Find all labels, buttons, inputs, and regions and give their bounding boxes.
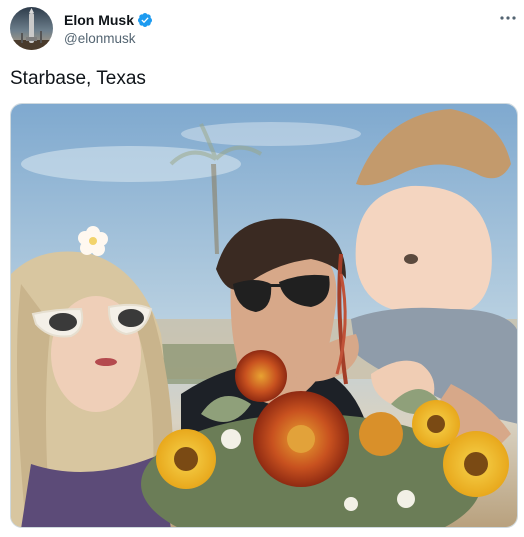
more-dots-icon[interactable] <box>498 8 518 28</box>
tweet-card[interactable]: Elon Musk @elonmusk Starbase, Texas <box>0 0 524 537</box>
verified-badge-icon <box>137 12 153 28</box>
photo-image <box>11 104 517 527</box>
author-display-name[interactable]: Elon Musk <box>64 12 134 28</box>
avatar-image <box>10 7 53 50</box>
author-handle[interactable]: @elonmusk <box>64 31 153 46</box>
tweet-text: Starbase, Texas <box>10 68 146 89</box>
tweet-header: Elon Musk @elonmusk <box>10 6 518 52</box>
author-names: Elon Musk @elonmusk <box>64 11 153 46</box>
author-avatar[interactable] <box>10 7 53 50</box>
tweet-photo[interactable] <box>10 103 518 528</box>
